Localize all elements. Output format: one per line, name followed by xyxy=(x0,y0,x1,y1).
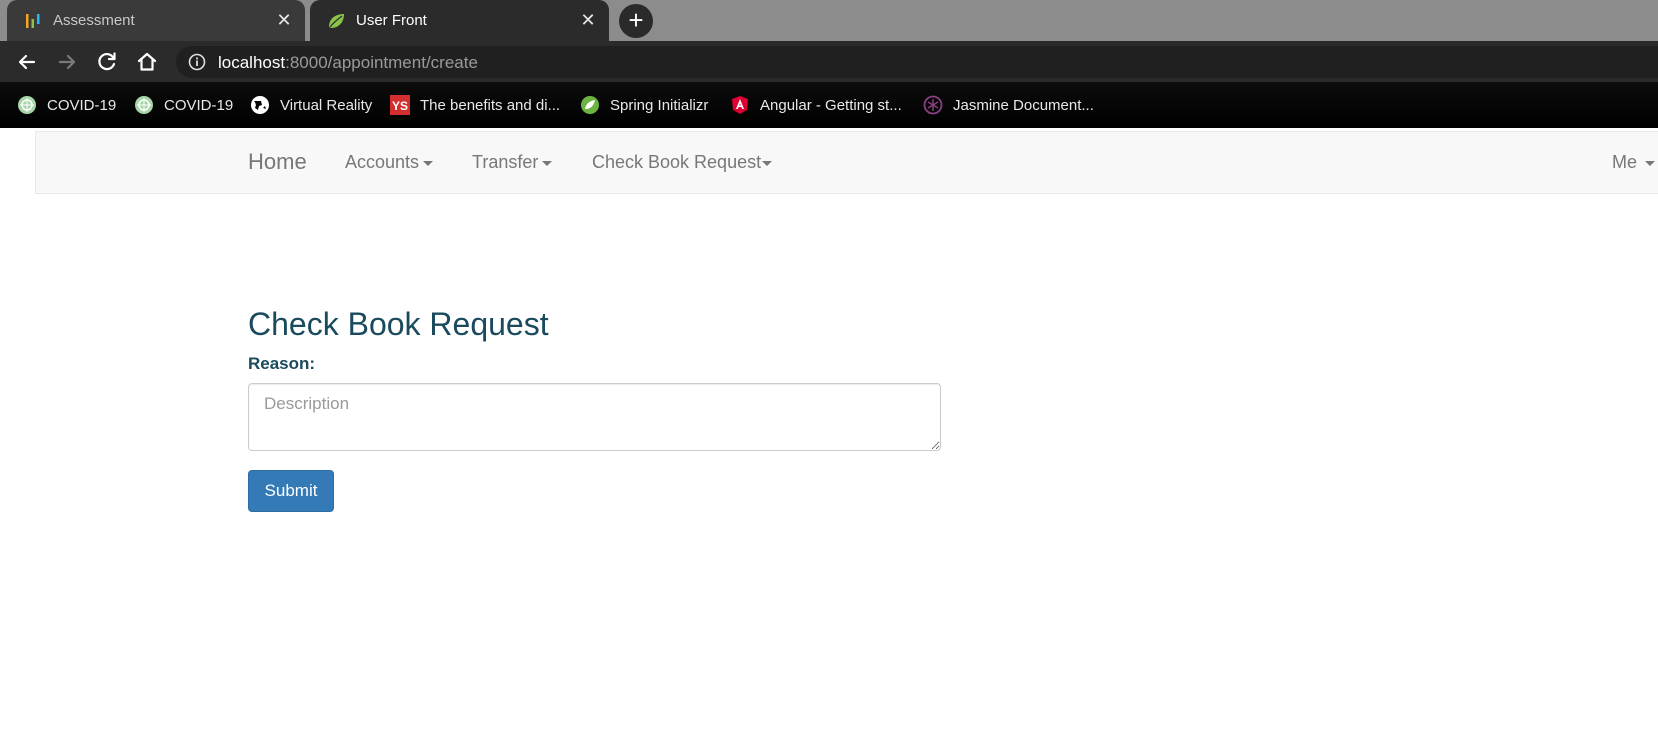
bookmark-covid-2[interactable]: COVID-19 xyxy=(134,94,233,116)
close-icon[interactable]: ✕ xyxy=(273,9,295,31)
bookmark-covid-1[interactable]: COVID-19 xyxy=(17,94,116,116)
nav-me-label: Me xyxy=(1612,152,1638,172)
browser-toolbar: localhost:8000/appointment/create xyxy=(0,41,1658,82)
nav-accounts-label: Accounts xyxy=(345,152,420,172)
bookmark-spring[interactable]: Spring Initializr xyxy=(580,94,708,116)
bookmark-label: Jasmine Document... xyxy=(953,96,1094,114)
bookmark-label: The benefits and di... xyxy=(420,96,561,114)
spring-icon xyxy=(581,96,599,114)
caret-down-icon xyxy=(423,160,434,166)
spring-leaf-icon xyxy=(329,14,344,28)
nav-checkbook-label: Check Book Request xyxy=(592,152,762,172)
caret-down-icon xyxy=(762,160,773,166)
nav-me-dropdown[interactable]: Me xyxy=(1612,152,1656,173)
url-text: localhost:8000/appointment/create xyxy=(218,53,478,73)
nav-transfer-dropdown[interactable]: Transfer xyxy=(472,152,553,173)
nav-accounts-dropdown[interactable]: Accounts xyxy=(345,152,434,173)
bookmark-label: COVID-19 xyxy=(47,96,117,114)
bookmark-ys[interactable]: YS The benefits and di... xyxy=(390,94,560,116)
ys-icon: YS xyxy=(390,95,410,115)
bookmark-virtual-reality[interactable]: Virtual Reality xyxy=(250,94,372,116)
tab-strip: Assessment ✕ User Front ✕ + xyxy=(0,0,1658,41)
url-host: localhost xyxy=(218,53,286,72)
tab-user-front[interactable]: User Front ✕ xyxy=(310,0,609,41)
bookmark-jasmine[interactable]: Jasmine Document... xyxy=(923,94,1094,116)
url-path: :8000/appointment/create xyxy=(285,53,478,72)
reason-label: Reason: xyxy=(248,354,316,373)
nav-home-link[interactable]: Home xyxy=(248,149,307,175)
covid-icon xyxy=(18,96,36,114)
home-icon[interactable] xyxy=(134,49,160,75)
bookmark-label: Virtual Reality xyxy=(280,96,373,114)
new-tab-button[interactable]: + xyxy=(619,4,653,38)
covid-icon xyxy=(135,96,153,114)
angular-icon xyxy=(732,96,748,114)
jasmine-icon xyxy=(923,95,943,115)
assessment-icon xyxy=(26,14,40,28)
caret-down-icon xyxy=(542,160,553,166)
submit-button[interactable]: Submit xyxy=(248,470,334,512)
site-navbar: Home Accounts Transfer Check Book Reques… xyxy=(35,131,1658,194)
tab-title: User Front xyxy=(356,12,427,29)
svg-text:YS: YS xyxy=(392,99,408,113)
globe-icon xyxy=(251,96,269,114)
bookmark-label: Angular - Getting st... xyxy=(760,96,902,114)
nav-transfer-label: Transfer xyxy=(472,152,539,172)
description-textarea[interactable] xyxy=(248,383,941,451)
back-arrow-icon[interactable] xyxy=(14,49,40,75)
caret-down-icon xyxy=(1645,160,1656,166)
tab-assessment[interactable]: Assessment ✕ xyxy=(7,0,305,41)
bookmark-label: Spring Initializr xyxy=(610,96,709,114)
nav-checkbook-dropdown[interactable]: Check Book Request xyxy=(592,152,773,173)
bookmark-angular[interactable]: Angular - Getting st... xyxy=(730,94,902,116)
reload-icon[interactable] xyxy=(94,49,120,75)
info-icon[interactable] xyxy=(188,53,206,71)
forward-arrow-icon[interactable] xyxy=(54,49,80,75)
close-icon[interactable]: ✕ xyxy=(577,9,599,31)
page-title: Check Book Request xyxy=(248,306,549,342)
bookmark-label: COVID-19 xyxy=(164,96,234,114)
tab-title: Assessment xyxy=(53,12,135,29)
address-bar[interactable]: localhost:8000/appointment/create xyxy=(176,46,1658,78)
bookmarks-bar: COVID-19 COVID-19 Virtual Reality YS The… xyxy=(0,82,1658,128)
